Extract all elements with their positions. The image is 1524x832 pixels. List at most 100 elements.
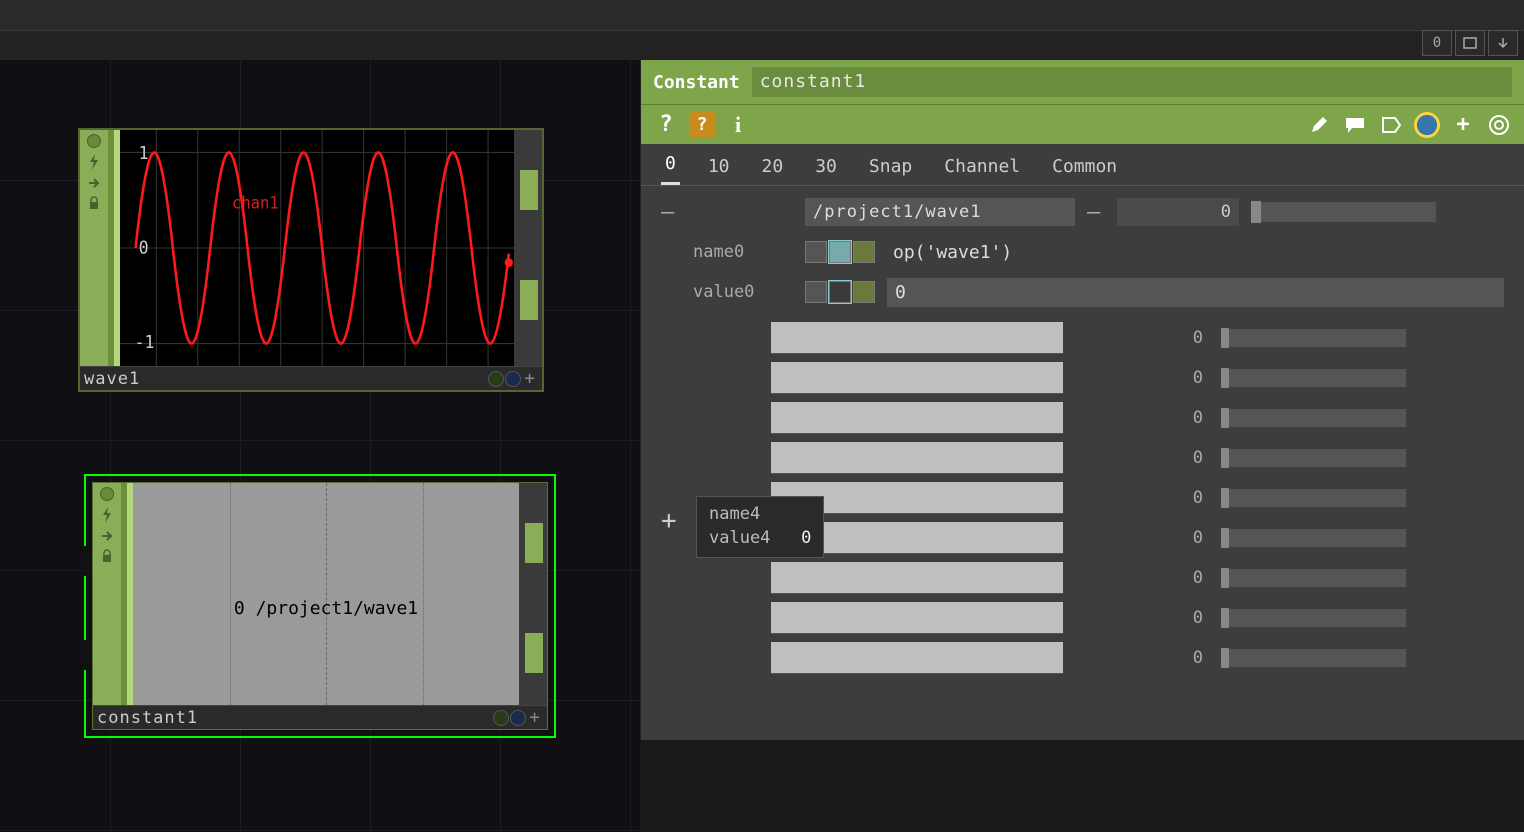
param-slider[interactable] <box>1221 569 1406 587</box>
node-flag-2[interactable] <box>505 371 521 387</box>
param-value-display[interactable]: 0 <box>1081 328 1203 348</box>
output-connector[interactable] <box>520 170 538 210</box>
parameter-header: Constant constant1 <box>641 60 1524 104</box>
viewer-active-icon[interactable] <box>87 134 101 148</box>
param-value-display[interactable]: 0 <box>1081 528 1203 548</box>
index-slider[interactable] <box>1251 202 1436 222</box>
param-name-field[interactable] <box>771 562 1063 594</box>
node-name-label[interactable]: wave1 <box>84 369 140 389</box>
mode-expression[interactable] <box>829 281 851 303</box>
mode-export[interactable] <box>853 241 875 263</box>
output-connector[interactable] <box>525 523 543 563</box>
param-value-display[interactable]: 0 <box>1081 368 1203 388</box>
mode-toggles[interactable] <box>805 241 875 263</box>
param-slider[interactable] <box>1221 529 1406 547</box>
help-icon[interactable]: ? <box>653 112 679 138</box>
output-connector-2[interactable] <box>525 633 543 673</box>
tab-channel[interactable]: Channel <box>940 148 1024 185</box>
mode-expression[interactable] <box>829 241 851 263</box>
operator-name-field[interactable]: constant1 <box>752 67 1512 97</box>
output-connector-2[interactable] <box>520 280 538 320</box>
tab-snap[interactable]: Snap <box>865 148 916 185</box>
operator-path-field[interactable]: /project1/wave1 <box>805 198 1075 226</box>
param-slot-row: 0 <box>641 398 1524 438</box>
node-wave1[interactable]: 1 0 -1 chan1 wave1 + <box>78 128 544 392</box>
lock-icon[interactable] <box>100 549 114 563</box>
param-name-field[interactable] <box>771 642 1063 674</box>
help-wiki-icon[interactable]: ? <box>689 112 715 138</box>
node-flag-2[interactable] <box>510 710 526 726</box>
pencil-icon[interactable] <box>1306 112 1332 138</box>
index-field[interactable]: 0 <box>1117 198 1239 226</box>
node-output-column <box>519 483 547 705</box>
lightning-icon[interactable] <box>87 154 101 170</box>
param-name-field[interactable] <box>771 442 1063 474</box>
mode-constant[interactable] <box>805 281 827 303</box>
param-path-row: — /project1/wave1 — 0 <box>641 192 1524 232</box>
param-value-display[interactable]: 0 <box>1081 488 1203 508</box>
arrow-right-icon[interactable] <box>100 529 114 543</box>
param-value-display[interactable]: 0 <box>1081 568 1203 588</box>
param-name-field[interactable] <box>771 602 1063 634</box>
comment-icon[interactable] <box>1342 112 1368 138</box>
tab-30[interactable]: 30 <box>811 148 841 185</box>
param-name-field[interactable] <box>771 362 1063 394</box>
tab-20[interactable]: 20 <box>758 148 788 185</box>
network-editor[interactable]: 1 0 -1 chan1 wave1 + <box>0 60 640 832</box>
target-icon[interactable] <box>1486 112 1512 138</box>
param-slider[interactable] <box>1221 409 1406 427</box>
zero-counter-button[interactable]: 0 <box>1422 30 1452 56</box>
add-parameter-icon[interactable]: + <box>661 506 677 536</box>
param-slot-row: 0 <box>641 598 1524 638</box>
param-name-field[interactable] <box>771 402 1063 434</box>
input-connector-left[interactable] <box>84 546 92 576</box>
viewer-active-icon[interactable] <box>100 487 114 501</box>
param-slider[interactable] <box>1221 649 1406 667</box>
name0-expression-field[interactable]: op('wave1') <box>887 240 1504 265</box>
node-constant1[interactable]: 0 /project1/wave1 constant1 + <box>84 474 556 738</box>
collapse-icon[interactable]: — <box>661 200 681 225</box>
menu-bar <box>0 30 1524 60</box>
info-icon[interactable]: i <box>725 112 751 138</box>
mode-constant[interactable] <box>805 241 827 263</box>
mode-export[interactable] <box>853 281 875 303</box>
param-name-field[interactable] <box>771 522 1063 554</box>
param-slider[interactable] <box>1221 449 1406 467</box>
chart-y-max: 1 <box>139 144 149 165</box>
tab-common[interactable]: Common <box>1048 148 1121 185</box>
lock-icon[interactable] <box>87 196 101 210</box>
param-value-display[interactable]: 0 <box>1081 608 1203 628</box>
node-flag-1[interactable] <box>488 371 504 387</box>
node-footer: constant1 + <box>93 705 547 729</box>
param-label: name0 <box>693 242 793 262</box>
chart-y-mid: 0 <box>139 238 149 259</box>
node-name-label[interactable]: constant1 <box>97 708 198 728</box>
dropdown-arrow-button[interactable] <box>1488 30 1518 56</box>
param-value-display[interactable]: 0 <box>1081 408 1203 428</box>
minus-icon[interactable]: — <box>1087 200 1105 225</box>
param-name-field[interactable] <box>771 482 1063 514</box>
mode-toggles[interactable] <box>805 281 875 303</box>
plus-icon[interactable]: + <box>1450 112 1476 138</box>
param-value-display[interactable]: 0 <box>1081 648 1203 668</box>
window-maximize-button[interactable] <box>1455 30 1485 56</box>
param-slider[interactable] <box>1221 369 1406 387</box>
chevron-down-icon <box>1496 36 1510 50</box>
tag-icon[interactable] <box>1378 112 1404 138</box>
value0-field[interactable]: 0 <box>887 278 1504 307</box>
node-side-controls <box>93 483 121 705</box>
param-slider[interactable] <box>1221 329 1406 347</box>
param-value-display[interactable]: 0 <box>1081 448 1203 468</box>
param-name-field[interactable] <box>771 322 1063 354</box>
arrow-right-icon[interactable] <box>87 176 101 190</box>
tab-10[interactable]: 10 <box>704 148 734 185</box>
param-slider[interactable] <box>1221 489 1406 507</box>
node-flag-1[interactable] <box>493 710 509 726</box>
lightning-icon[interactable] <box>100 507 114 523</box>
node-add-flag[interactable]: + <box>522 371 538 387</box>
input-connector-left-2[interactable] <box>84 640 92 670</box>
tab-0[interactable]: 0 <box>661 145 680 185</box>
param-slider[interactable] <box>1221 609 1406 627</box>
python-icon[interactable] <box>1414 112 1440 138</box>
node-add-flag[interactable]: + <box>527 710 543 726</box>
